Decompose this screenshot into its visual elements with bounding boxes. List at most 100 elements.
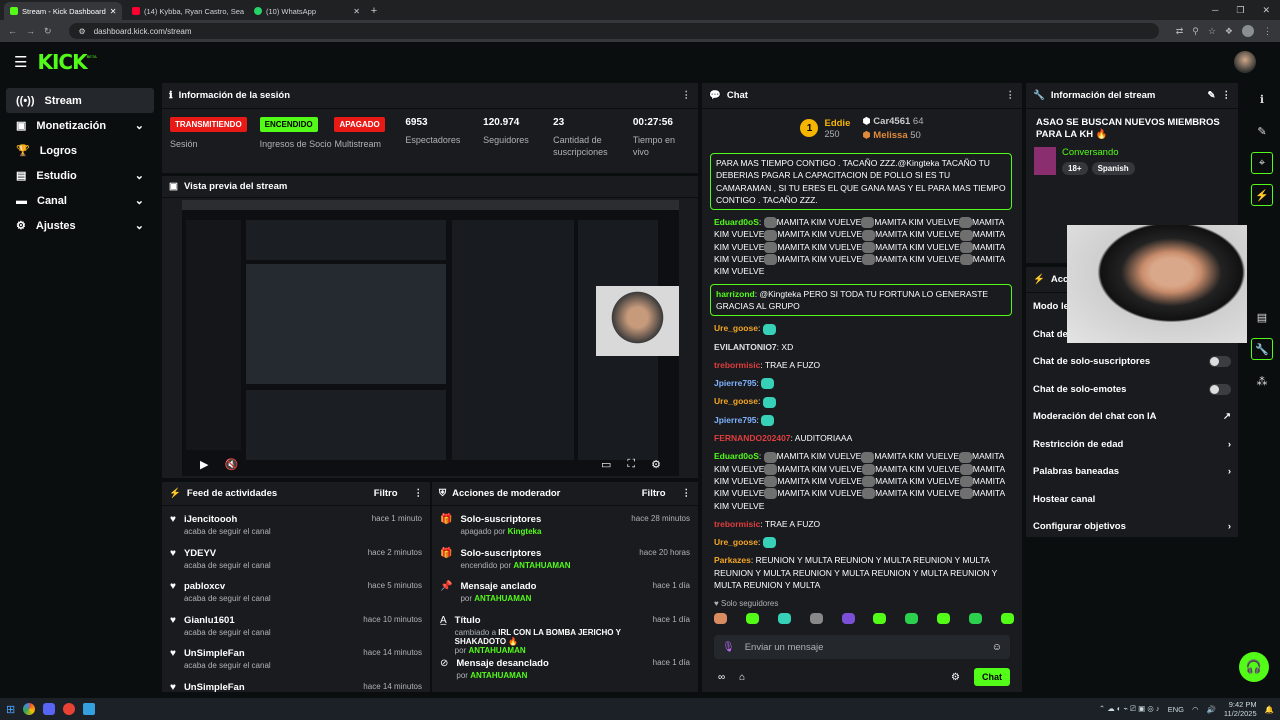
action-row[interactable]: Hostear canal [1026, 486, 1238, 514]
emoji-icon[interactable]: ☺ [992, 642, 1002, 653]
filter-button[interactable]: Filtro [642, 488, 666, 499]
forward-icon[interactable]: → [26, 26, 35, 36]
sidebar-item-ajustes[interactable]: ⚙ Ajustes ⌄ [6, 213, 154, 238]
wrench-icon[interactable]: 🔧 [1251, 338, 1273, 360]
chat-username[interactable]: trebormisic [714, 519, 760, 529]
mute-icon[interactable]: 🔇 [224, 458, 238, 471]
hamburger-menu-icon[interactable]: ☰ [14, 53, 27, 71]
reload-icon[interactable]: ↻ [44, 26, 52, 37]
action-row[interactable]: Restricción de edad › [1026, 431, 1238, 459]
category-name[interactable]: Conversando [1062, 147, 1135, 158]
emote-icon[interactable] [777, 613, 791, 624]
follower-name[interactable]: UnSimpleFan [184, 682, 245, 693]
more-options-icon[interactable]: ⋮ [682, 488, 692, 499]
people-icon[interactable]: ⁂ [1251, 370, 1273, 392]
chat-input[interactable]: 🎙 Enviar un mensaje ☺ [714, 635, 1010, 659]
close-window-icon[interactable]: ✕ [1262, 5, 1270, 16]
action-row[interactable]: Chat de solo-emotes [1026, 376, 1238, 404]
follower-name[interactable]: YDEYV [184, 548, 271, 559]
scan-icon[interactable]: ⌖ [1251, 152, 1273, 174]
sidebar-item-estudio[interactable]: ▤ Estudio ⌄ [6, 163, 154, 188]
moderator-name[interactable]: Kingteka [508, 527, 542, 536]
sidebar-item-stream[interactable]: ((•)) Stream [6, 88, 154, 113]
volume-icon[interactable]: 🔊 [1207, 705, 1216, 714]
leader-name[interactable]: Eddie [824, 118, 850, 129]
chat-username[interactable]: Parkazes [714, 555, 751, 565]
action-row[interactable]: Configurar objetivos › [1026, 513, 1238, 541]
stream-video-player[interactable]: ▶ 🔇 ▭ ⛶ ⚙ [182, 200, 679, 476]
emote-icon[interactable] [745, 613, 759, 624]
emote-icon[interactable] [809, 613, 823, 624]
windows-start-icon[interactable]: ⊞ [6, 703, 15, 716]
chat-username[interactable]: Ure_goose [714, 396, 758, 406]
sidebar-item-monetizacion[interactable]: ▣ Monetización ⌄ [6, 113, 154, 138]
browser-tab-kick[interactable]: Stream - Kick Dashboard ✕ [4, 2, 122, 20]
browser-tab-youtube[interactable]: (14) Kybba, Ryan Castro, Sean P✕ [126, 2, 244, 20]
external-link-icon[interactable]: ↗ [1223, 411, 1231, 422]
chat-username[interactable]: trebormisic [714, 360, 760, 370]
more-options-icon[interactable]: ⋮ [1222, 90, 1232, 101]
close-icon[interactable]: ✕ [110, 7, 117, 16]
chat-settings-icon[interactable]: ⚙ [951, 672, 960, 683]
chrome-icon[interactable] [23, 703, 36, 715]
edit-pencil-icon[interactable]: ✎ [1208, 90, 1216, 101]
more-options-icon[interactable]: ⋮ [414, 488, 424, 499]
new-tab-button[interactable]: + [366, 2, 382, 20]
language-indicator[interactable]: ENG [1168, 705, 1184, 714]
kick-logo[interactable]: KICK [37, 50, 87, 74]
chat-username[interactable]: Eduard0oS [714, 451, 759, 461]
translate-icon[interactable]: ⇄ [1176, 26, 1184, 37]
file-explorer-icon[interactable] [83, 703, 96, 715]
emote-icon[interactable] [714, 613, 727, 624]
more-options-icon[interactable]: ⋮ [1006, 90, 1016, 101]
chat-username[interactable]: Jpierre795 [714, 378, 757, 388]
emotes-only-toggle[interactable] [1209, 383, 1231, 395]
follower-name[interactable]: pabloxcv [184, 581, 271, 592]
follower-name[interactable]: UnSimpleFan [184, 648, 271, 659]
loop-icon[interactable]: ∞ [718, 672, 725, 683]
browser-tab-whatsapp[interactable]: (10) WhatsApp ✕ [248, 2, 366, 20]
support-headset-button[interactable]: 🎧 [1239, 652, 1269, 682]
category-thumbnail[interactable] [1034, 147, 1056, 175]
bookmark-star-icon[interactable]: ☆ [1208, 26, 1216, 37]
more-options-icon[interactable]: ⋮ [682, 90, 692, 101]
fullscreen-icon[interactable]: ⛶ [627, 458, 635, 471]
back-icon[interactable]: ← [8, 26, 17, 36]
maximize-icon[interactable]: ❐ [1236, 5, 1244, 16]
moderator-name[interactable]: ANTAHUAMAN [513, 561, 570, 570]
minimize-icon[interactable]: ─ [1212, 5, 1218, 16]
chat-username[interactable]: Ure_goose [714, 323, 758, 333]
store-icon[interactable]: ⌂ [739, 672, 745, 683]
action-row[interactable]: Moderación del chat con IA ↗ [1026, 403, 1238, 431]
clock[interactable]: 9:42 PM 11/2/2025 [1224, 700, 1257, 718]
emote-icon[interactable] [841, 613, 855, 624]
subscribers-only-toggle[interactable] [1209, 356, 1231, 368]
emote-icon[interactable] [873, 613, 887, 624]
leader-name[interactable]: Melissa [873, 130, 907, 141]
more-icon[interactable]: ⋮ [1263, 26, 1272, 37]
bolt-icon[interactable]: ⚡ [1251, 184, 1273, 206]
user-avatar[interactable] [1234, 51, 1256, 73]
filter-button[interactable]: Filtro [374, 488, 398, 499]
tray-icons[interactable]: ⌃ ☁ ◐ ⌁ ⎚ ▣ ◎ ♪ [1099, 704, 1160, 714]
settings-gear-icon[interactable]: ⚙ [651, 458, 661, 471]
sidebar-item-canal[interactable]: ▬ Canal ⌄ [6, 188, 154, 213]
emote-icon[interactable] [937, 613, 951, 624]
zoom-icon[interactable]: ⚲ [1192, 26, 1199, 37]
extensions-icon[interactable]: ❖ [1225, 26, 1233, 37]
send-chat-button[interactable]: Chat [974, 668, 1010, 686]
wifi-icon[interactable]: ◠ [1192, 705, 1199, 714]
profile-avatar-icon[interactable] [1242, 25, 1254, 37]
theater-mode-icon[interactable]: ▭ [601, 458, 611, 471]
play-icon[interactable]: ▶ [200, 458, 208, 471]
follower-name[interactable]: Gianlu1601 [184, 615, 271, 626]
chat-username[interactable]: Eduard0oS [714, 217, 759, 227]
chat-username[interactable]: EVILANTONIO7 [714, 342, 777, 352]
emote-icon[interactable] [905, 613, 919, 624]
url-field[interactable]: ⚙ dashboard.kick.com/stream [68, 23, 1159, 39]
storage-icon[interactable]: ▤ [1251, 306, 1273, 328]
chat-username[interactable]: Ure_goose [714, 537, 758, 547]
action-row[interactable]: Palabras baneadas › [1026, 458, 1238, 486]
moderator-name[interactable]: ANTAHUAMAN [474, 594, 531, 603]
moderator-name[interactable]: ANTAHUAMAN [468, 646, 525, 655]
